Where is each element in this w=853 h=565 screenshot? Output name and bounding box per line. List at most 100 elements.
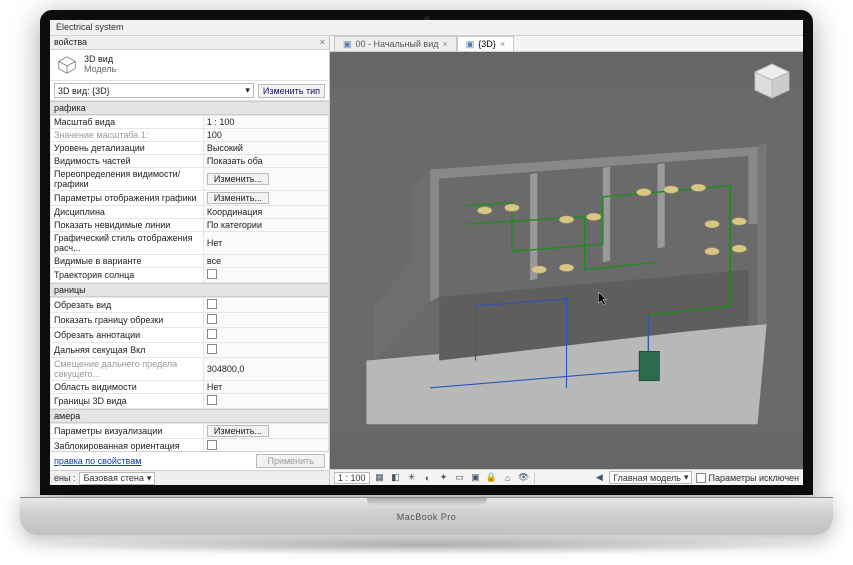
property-key: Границы 3D вида [51, 394, 204, 409]
property-key: Видимость частей [51, 155, 204, 168]
edit-button[interactable]: Изменить... [207, 425, 269, 437]
property-value[interactable]: Высокий [203, 142, 328, 155]
property-row: Дальняя секущая Вкл [51, 343, 329, 358]
cube-icon [56, 54, 78, 76]
property-key: Значение масштаба 1: [51, 129, 204, 142]
crop-view-icon[interactable]: ▭ [454, 472, 466, 484]
property-key: Обрезать аннотации [51, 328, 204, 343]
visual-style-icon[interactable]: ◧ [390, 472, 402, 484]
chevron-down-icon: ▾ [684, 472, 689, 483]
property-value[interactable]: все [203, 255, 328, 268]
property-key: Уровень детализации [51, 142, 204, 155]
shadows-icon[interactable]: ◐ [422, 472, 434, 484]
close-icon[interactable]: × [443, 39, 448, 49]
property-key: Траектория солнца [51, 268, 204, 283]
property-value[interactable]: Показать оба [203, 155, 328, 168]
property-row: Графический стиль отображения расч...Нет [51, 232, 329, 255]
property-value[interactable] [203, 313, 328, 328]
close-icon[interactable]: × [500, 39, 505, 49]
main-model-value: Главная модель [613, 473, 681, 483]
property-value[interactable]: Нет [203, 232, 328, 255]
property-value[interactable]: Изменить... [203, 168, 328, 191]
property-group-header[interactable]: амера [50, 409, 329, 423]
property-row: ДисциплинаКоординация [51, 206, 329, 219]
property-value[interactable] [203, 439, 328, 452]
edit-button[interactable]: Изменить... [207, 192, 269, 204]
property-value[interactable] [203, 298, 328, 313]
view-toolbar: 1 : 100 ▦ ◧ ☀ ◐ ✦ ▭ ▣ 🔒 ⌂ 👁 [330, 469, 803, 485]
property-key: Переопределения видимости/графики [51, 168, 204, 191]
checkbox[interactable] [207, 344, 217, 354]
lock-icon[interactable]: 🔒 [486, 472, 498, 484]
property-row: Переопределения видимости/графикиИзменит… [51, 168, 329, 191]
properties-panel: войства × 3D вид Модель [50, 36, 330, 485]
crop-region-icon[interactable]: ▣ [470, 472, 482, 484]
property-group-header[interactable]: раницы [50, 283, 329, 297]
property-value[interactable] [203, 268, 328, 283]
view-scale-dropdown[interactable]: 1 : 100 [334, 472, 370, 484]
property-value[interactable]: Координация [203, 206, 328, 219]
selection-value: Базовая стена [83, 473, 143, 483]
property-row: Показать невидимые линииПо категории [51, 219, 329, 232]
checkbox[interactable] [207, 299, 217, 309]
view-icon: ▣ [466, 39, 475, 50]
checkbox[interactable] [207, 269, 217, 279]
3d-canvas[interactable]: ⌂ [330, 52, 803, 469]
main-model-dropdown[interactable]: Главная модель ▾ [609, 471, 692, 484]
property-row: Заблокированная ориентация [51, 439, 329, 452]
apply-button[interactable]: Применить [256, 454, 325, 468]
close-icon[interactable]: × [320, 37, 325, 48]
selection-status-bar: ены : Базовая стена ▾ [50, 470, 329, 485]
checkbox[interactable] [207, 395, 217, 405]
checkbox[interactable] [207, 440, 217, 450]
property-group-header[interactable]: рафика [50, 101, 329, 115]
checkbox[interactable] [207, 314, 217, 324]
property-row: Значение масштаба 1:100 [51, 129, 329, 142]
property-key: Видимые в варианте [51, 255, 204, 268]
property-value[interactable] [203, 328, 328, 343]
property-row: Уровень детализацииВысокий [51, 142, 329, 155]
property-row: Обрезать вид [51, 298, 329, 313]
tab-label: {3D} [478, 39, 496, 49]
property-row: Траектория солнца [51, 268, 329, 283]
property-key: Показать невидимые линии [51, 219, 204, 232]
nav-left-icon[interactable]: ◀ [593, 472, 605, 484]
property-value[interactable]: 100 [203, 129, 328, 142]
home-icon[interactable]: ⌂ [755, 63, 759, 70]
chevron-down-icon: ▾ [245, 85, 250, 96]
property-key: Показать границу обрезки [51, 313, 204, 328]
property-value[interactable] [203, 343, 328, 358]
view-selector-dropdown[interactable]: 3D вид: {3D} ▾ [54, 83, 254, 98]
view-cube[interactable]: ⌂ [749, 60, 795, 106]
home-icon[interactable]: ⌂ [502, 472, 514, 484]
property-value[interactable]: 304800,0 [203, 358, 328, 381]
property-row: Обрезать аннотации [51, 328, 329, 343]
property-row: Видимые в вариантевсе [51, 255, 329, 268]
render-icon[interactable]: ✦ [438, 472, 450, 484]
property-value[interactable]: Изменить... [203, 424, 328, 439]
property-value[interactable]: По категории [203, 219, 328, 232]
reveal-hidden-icon[interactable]: 👁 [518, 472, 530, 484]
exclusion-params-check[interactable]: Параметры исключен [696, 473, 799, 483]
checkbox[interactable] [207, 329, 217, 339]
type-selector[interactable]: 3D вид Модель [50, 50, 329, 81]
sun-path-icon[interactable]: ☀ [406, 472, 418, 484]
edit-button[interactable]: Изменить... [207, 173, 269, 185]
property-value[interactable]: Нет [203, 381, 328, 394]
property-value[interactable]: Изменить... [203, 191, 328, 206]
edit-type-button[interactable]: Изменить тип [258, 84, 325, 98]
selection-dropdown[interactable]: Базовая стена ▾ [79, 472, 155, 485]
property-value[interactable] [203, 394, 328, 409]
view-scale-value: 1 : 100 [338, 473, 366, 483]
view-tabs: ▣00 - Начальный вид× ▣{3D} × [330, 36, 803, 52]
view-tab[interactable]: ▣{3D} × [457, 36, 514, 51]
detail-level-icon[interactable]: ▦ [374, 472, 386, 484]
property-key: Смещение дальнего предела секущего... [51, 358, 204, 381]
property-row: Масштаб вида1 : 100 [51, 116, 329, 129]
view-tab[interactable]: ▣00 - Начальный вид× [334, 36, 457, 51]
properties-help-link[interactable]: правка по свойствам [54, 456, 141, 466]
property-key: Дисциплина [51, 206, 204, 219]
property-key: Обрезать вид [51, 298, 204, 313]
property-value[interactable]: 1 : 100 [203, 116, 328, 129]
properties-list: рафикаМасштаб вида1 : 100Значение масшта… [50, 101, 329, 451]
